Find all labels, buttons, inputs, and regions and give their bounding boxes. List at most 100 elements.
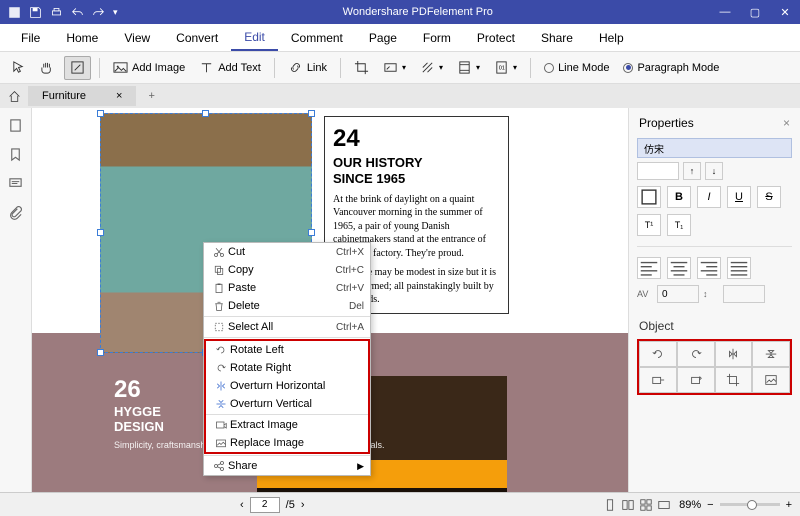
edit-object-tool[interactable] [64, 56, 91, 80]
align-center-button[interactable] [667, 257, 691, 279]
line-spacing-input[interactable] [723, 285, 765, 303]
ctx-delete[interactable]: DeleteDel [204, 297, 370, 315]
resize-handle[interactable] [308, 110, 315, 117]
line-mode-radio[interactable]: Line Mode [539, 56, 614, 80]
menu-home[interactable]: Home [53, 26, 111, 50]
submenu-arrow-icon: ▶ [357, 461, 364, 472]
menu-edit[interactable]: Edit [231, 25, 278, 51]
header-footer-tool[interactable]: ▾ [452, 56, 485, 80]
two-page-view-icon[interactable] [621, 498, 635, 512]
home-tab-icon[interactable] [0, 90, 28, 103]
ctx-overturn-vertical[interactable]: Overturn Vertical [206, 395, 368, 413]
minimize-button[interactable]: — [710, 0, 740, 24]
resize-handle[interactable] [308, 229, 315, 236]
menu-form[interactable]: Form [410, 26, 464, 50]
attachments-icon[interactable] [8, 205, 23, 220]
title-bar: ▾ Wondershare PDFelement Pro — ▢ ✕ [0, 0, 800, 24]
menu-share[interactable]: Share [528, 26, 586, 50]
zoom-out-button[interactable]: − [707, 499, 713, 511]
link-button[interactable]: Link [283, 56, 332, 80]
close-button[interactable]: ✕ [770, 0, 800, 24]
print-icon[interactable] [50, 6, 63, 19]
menu-view[interactable]: View [111, 26, 163, 50]
undo-icon[interactable] [71, 6, 84, 19]
ctx-rotate-left[interactable]: Rotate Left [206, 341, 368, 359]
more-icon[interactable]: ▾ [113, 7, 118, 18]
menu-protect[interactable]: Protect [464, 26, 528, 50]
document-canvas[interactable]: 26 HYGGE DESIGN Simplicity, craftsmanshi… [32, 108, 628, 492]
resize-handle[interactable] [97, 110, 104, 117]
bookmarks-icon[interactable] [8, 147, 23, 162]
ctx-overturn-horizontal[interactable]: Overturn Horizontal [206, 377, 368, 395]
obj-rotate-left[interactable] [639, 341, 677, 367]
new-tab-button[interactable]: + [136, 90, 166, 102]
background-tool[interactable]: ▾ [415, 56, 448, 80]
bold-button[interactable]: B [667, 186, 691, 208]
crop-tool[interactable] [349, 56, 374, 80]
pointer-tool[interactable] [6, 56, 31, 80]
underline-button[interactable]: U [727, 186, 751, 208]
object-section-title: Object [639, 319, 790, 333]
font-color-button[interactable] [637, 186, 661, 208]
resize-handle[interactable] [202, 110, 209, 117]
next-page-button[interactable]: › [301, 499, 305, 511]
redo-icon[interactable] [92, 6, 105, 19]
font-size-select[interactable] [637, 162, 679, 180]
properties-close-icon[interactable]: × [783, 116, 790, 130]
watermark-tool[interactable]: ▾ [378, 56, 411, 80]
document-tab[interactable]: Furniture× [28, 86, 136, 106]
grid-view-icon[interactable] [639, 498, 653, 512]
properties-title: Properties [639, 116, 694, 130]
char-spacing-input[interactable]: 0 [657, 285, 699, 303]
align-right-button[interactable] [697, 257, 721, 279]
increase-size-button[interactable]: ↑ [683, 162, 701, 180]
ctx-cut[interactable]: CutCtrl+X [204, 243, 370, 261]
tab-close-icon[interactable]: × [116, 90, 122, 102]
menu-comment[interactable]: Comment [278, 26, 356, 50]
font-family-select[interactable]: 仿宋 [637, 138, 792, 158]
obj-replace[interactable] [677, 367, 715, 393]
comments-icon[interactable] [8, 176, 23, 191]
superscript-button[interactable]: T¹ [637, 214, 661, 236]
hand-tool[interactable] [35, 56, 60, 80]
ctx-share[interactable]: Share▶ [204, 457, 370, 475]
resize-handle[interactable] [97, 229, 104, 236]
maximize-button[interactable]: ▢ [740, 0, 770, 24]
ctx-extract-image[interactable]: Extract Image [206, 416, 368, 434]
page-number-input[interactable] [250, 497, 280, 513]
single-page-view-icon[interactable] [603, 498, 617, 512]
obj-image[interactable] [752, 367, 790, 393]
resize-handle[interactable] [97, 349, 104, 356]
align-justify-button[interactable] [727, 257, 751, 279]
ctx-select-all[interactable]: Select AllCtrl+A [204, 318, 370, 336]
menu-file[interactable]: File [8, 26, 53, 50]
strike-button[interactable]: S [757, 186, 781, 208]
menu-page[interactable]: Page [356, 26, 410, 50]
ctx-paste[interactable]: PasteCtrl+V [204, 279, 370, 297]
italic-button[interactable]: I [697, 186, 721, 208]
left-rail [0, 108, 32, 492]
thumbnails-icon[interactable] [8, 118, 23, 133]
add-image-button[interactable]: Add Image [108, 56, 190, 80]
obj-extract[interactable] [639, 367, 677, 393]
add-text-button[interactable]: Add Text [194, 56, 266, 80]
decrease-size-button[interactable]: ↓ [705, 162, 723, 180]
full-width-view-icon[interactable] [657, 498, 671, 512]
paragraph-mode-radio[interactable]: Paragraph Mode [618, 56, 724, 80]
zoom-in-button[interactable]: + [786, 499, 792, 511]
obj-flip-horizontal[interactable] [715, 341, 753, 367]
ctx-copy[interactable]: CopyCtrl+C [204, 261, 370, 279]
obj-rotate-right[interactable] [677, 341, 715, 367]
bates-tool[interactable]: 01▾ [489, 56, 522, 80]
align-left-button[interactable] [637, 257, 661, 279]
obj-flip-vertical[interactable] [752, 341, 790, 367]
save-icon[interactable] [29, 6, 42, 19]
ctx-rotate-right[interactable]: Rotate Right [206, 359, 368, 377]
ctx-replace-image[interactable]: Replace Image [206, 434, 368, 452]
subscript-button[interactable]: T₁ [667, 214, 691, 236]
menu-help[interactable]: Help [586, 26, 637, 50]
menu-convert[interactable]: Convert [163, 26, 231, 50]
obj-crop[interactable] [715, 367, 753, 393]
zoom-slider[interactable] [720, 503, 780, 506]
prev-page-button[interactable]: ‹ [240, 499, 244, 511]
